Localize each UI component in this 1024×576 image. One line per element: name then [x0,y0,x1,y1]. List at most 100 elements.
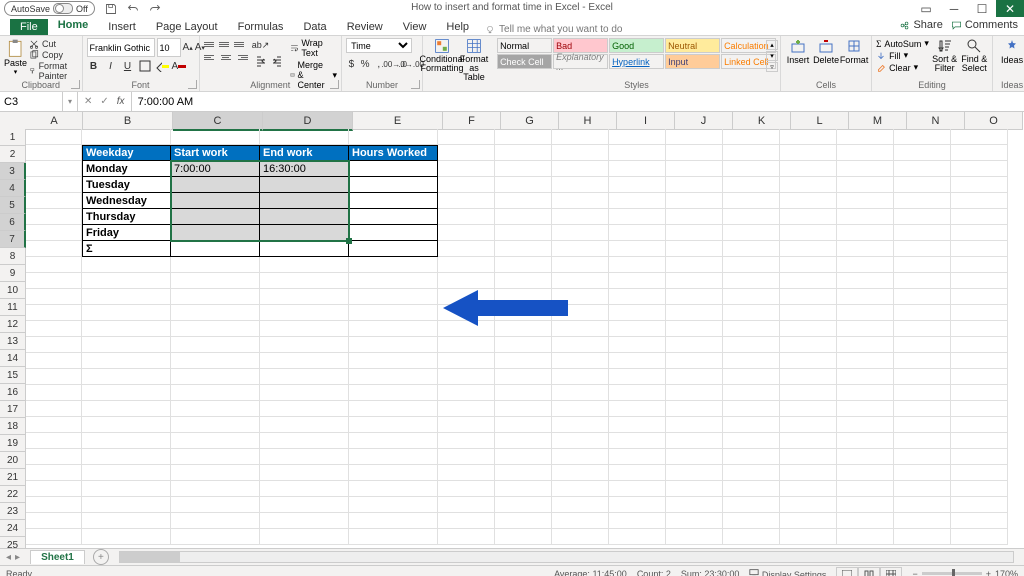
cell-O2[interactable] [951,145,1008,161]
tab-page-layout[interactable]: Page Layout [146,19,228,35]
cell-K14[interactable] [723,337,780,353]
cell-D26[interactable] [260,529,349,545]
row-header-19[interactable]: 19 [0,435,26,452]
cell-M8[interactable] [837,241,894,257]
cell-O26[interactable] [951,529,1008,545]
cell-E8[interactable] [349,241,438,257]
cell-M18[interactable] [837,401,894,417]
cell-K5[interactable] [723,193,780,209]
cell-C9[interactable] [171,257,260,273]
cell-D1[interactable] [260,129,349,145]
cell-G17[interactable] [495,385,552,401]
style-check-cell[interactable]: Check Cell [497,54,552,69]
cell-N13[interactable] [894,321,951,337]
cell-L9[interactable] [780,257,837,273]
minimize-button[interactable]: ─ [940,0,968,17]
cell-G21[interactable] [495,449,552,465]
cell-G26[interactable] [495,529,552,545]
cell-N8[interactable] [894,241,951,257]
cell-N14[interactable] [894,337,951,353]
cell-B24[interactable] [82,497,171,513]
cell-O22[interactable] [951,465,1008,481]
tab-insert[interactable]: Insert [98,19,146,35]
align-left-button[interactable] [204,51,218,63]
cell-N26[interactable] [894,529,951,545]
cell-I17[interactable] [609,385,666,401]
formula-input[interactable]: 7:00:00 AM [132,96,1024,108]
cell-O4[interactable] [951,177,1008,193]
cell-F14[interactable] [438,337,495,353]
cell-A10[interactable] [26,273,82,289]
cell-A5[interactable] [26,193,82,209]
cell-M7[interactable] [837,225,894,241]
cell-O8[interactable] [951,241,1008,257]
cell-O6[interactable] [951,209,1008,225]
cell-L19[interactable] [780,417,837,433]
cell-C5[interactable] [171,193,260,209]
cell-E23[interactable] [349,481,438,497]
dialog-launcher-icon[interactable] [330,80,339,89]
cell-M5[interactable] [837,193,894,209]
cell-G3[interactable] [495,161,552,177]
cell-O16[interactable] [951,369,1008,385]
cell-H14[interactable] [552,337,609,353]
col-header-O[interactable]: O [965,112,1023,130]
increase-font-button[interactable]: A▴ [183,41,193,55]
row-header-12[interactable]: 12 [0,316,26,333]
cell-D12[interactable] [260,305,349,321]
row-header-14[interactable]: 14 [0,350,26,367]
tab-file[interactable]: File [10,19,48,35]
cell-A25[interactable] [26,513,82,529]
cell-G19[interactable] [495,417,552,433]
cell-L21[interactable] [780,449,837,465]
cell-J16[interactable] [666,369,723,385]
cell-F16[interactable] [438,369,495,385]
cell-J23[interactable] [666,481,723,497]
cell-G6[interactable] [495,209,552,225]
cell-A26[interactable] [26,529,82,545]
cell-C14[interactable] [171,337,260,353]
cell-E1[interactable] [349,129,438,145]
cells-area[interactable]: WeekdayStart workEnd workHours WorkedMon… [26,129,1008,545]
cell-K24[interactable] [723,497,780,513]
cell-G8[interactable] [495,241,552,257]
cell-J19[interactable] [666,417,723,433]
fill-color-button[interactable] [155,59,169,73]
cell-F25[interactable] [438,513,495,529]
cell-E2[interactable]: Hours Worked [349,145,438,161]
cell-J12[interactable] [666,305,723,321]
cell-F20[interactable] [438,433,495,449]
cell-L4[interactable] [780,177,837,193]
cell-B8[interactable]: Σ [82,241,171,257]
scrollbar-thumb[interactable] [120,552,180,562]
fill-handle[interactable] [346,238,352,244]
border-button[interactable] [138,59,152,73]
cell-H1[interactable] [552,129,609,145]
cell-F7[interactable] [438,225,495,241]
col-header-H[interactable]: H [559,112,617,130]
clear-button[interactable]: Clear ▾ [876,62,929,73]
cell-H19[interactable] [552,417,609,433]
cell-D14[interactable] [260,337,349,353]
cell-K23[interactable] [723,481,780,497]
cell-J6[interactable] [666,209,723,225]
cell-L16[interactable] [780,369,837,385]
autosave-toggle[interactable]: AutoSave Off [4,1,95,16]
cell-M20[interactable] [837,433,894,449]
row-header-16[interactable]: 16 [0,384,26,401]
cell-I26[interactable] [609,529,666,545]
cell-M3[interactable] [837,161,894,177]
style-input[interactable]: Input [665,54,720,69]
cell-K8[interactable] [723,241,780,257]
cell-J11[interactable] [666,289,723,305]
cell-D13[interactable] [260,321,349,337]
cell-A22[interactable] [26,465,82,481]
cell-D21[interactable] [260,449,349,465]
cell-I21[interactable] [609,449,666,465]
cell-D11[interactable] [260,289,349,305]
align-right-button[interactable] [234,51,248,63]
cell-A16[interactable] [26,369,82,385]
zoom-control[interactable]: − + 170% [912,569,1018,576]
cell-L3[interactable] [780,161,837,177]
cell-E22[interactable] [349,465,438,481]
